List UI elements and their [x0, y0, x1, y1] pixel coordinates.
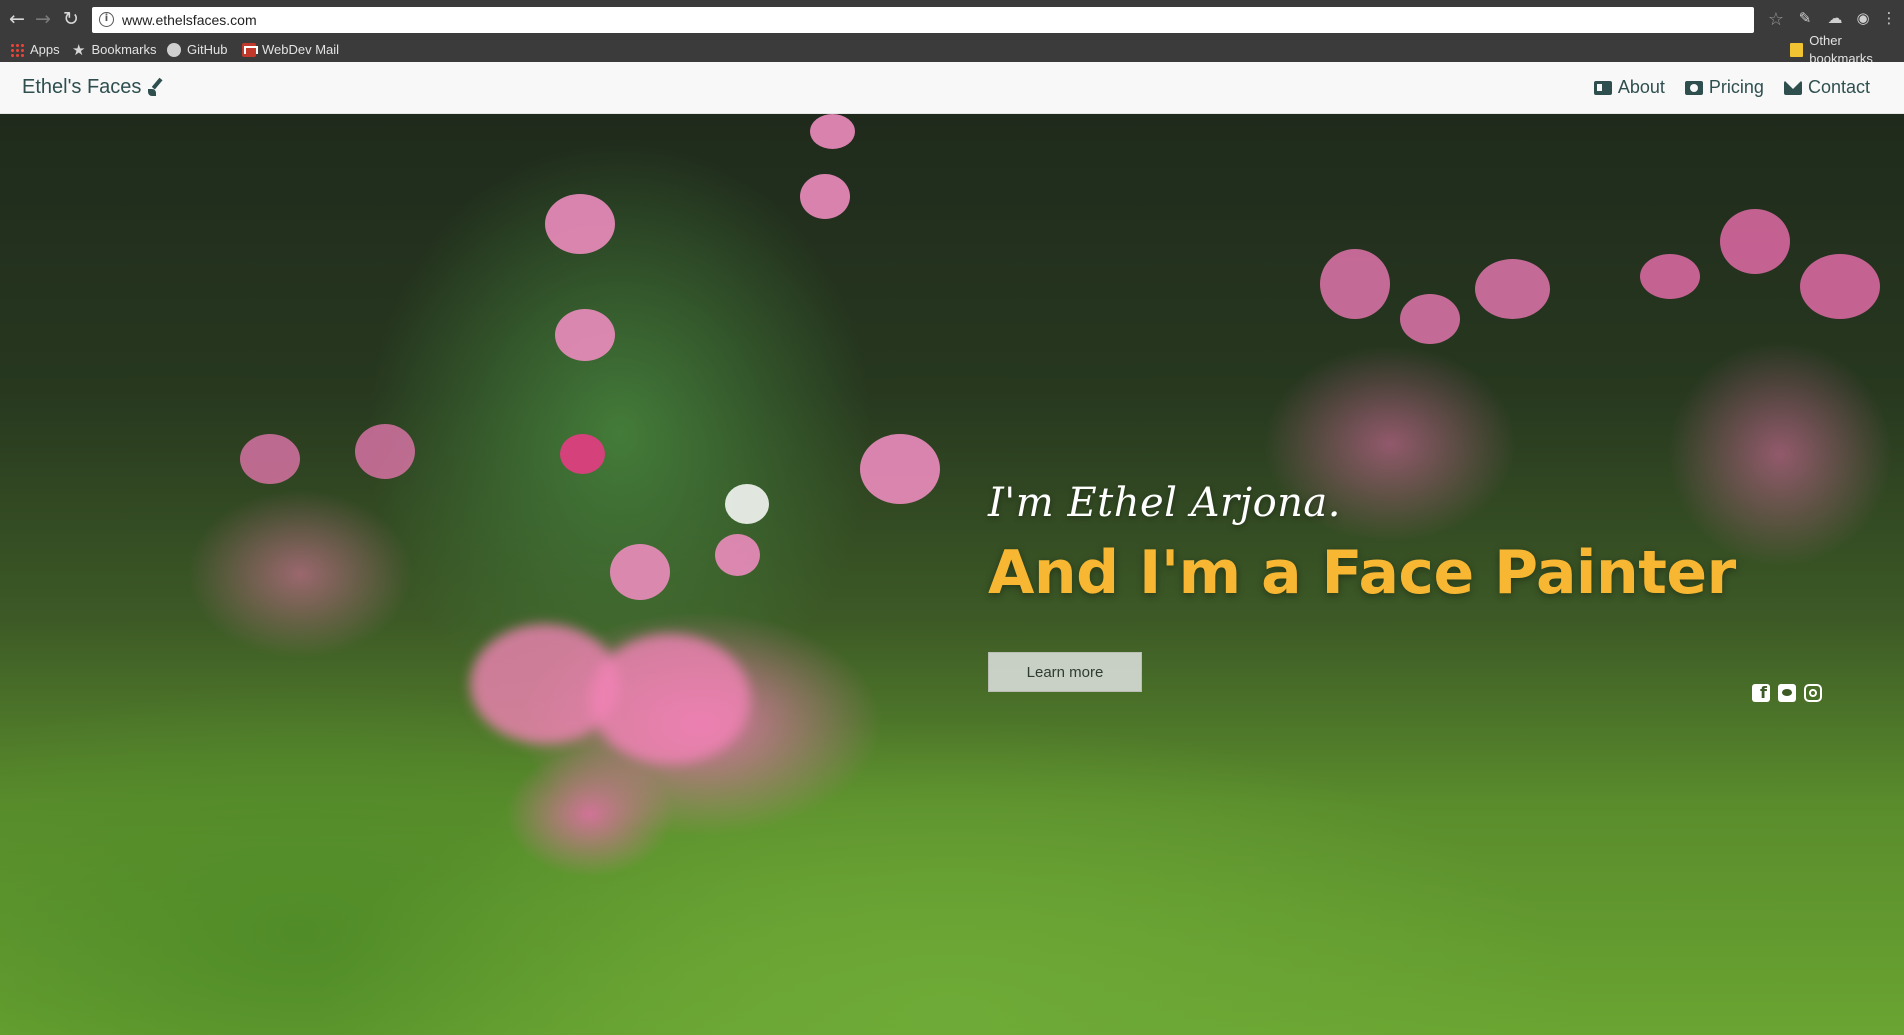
- site-navbar: Ethel's Faces About Pricing Contact: [0, 62, 1904, 114]
- forward-icon[interactable]: →: [32, 8, 54, 30]
- flower-decoration: [1640, 254, 1700, 299]
- address-bar[interactable]: i www.ethelsfaces.com ☆: [92, 7, 1784, 33]
- flower-decoration: [1475, 259, 1550, 319]
- twitter-icon[interactable]: [1778, 684, 1796, 702]
- bookmark-webdev-mail[interactable]: WebDev Mail: [242, 41, 339, 59]
- reload-icon[interactable]: ↻: [60, 8, 82, 30]
- site-info-icon[interactable]: i: [99, 12, 114, 27]
- flower-decoration: [355, 424, 415, 479]
- star-icon: ★: [72, 41, 86, 59]
- flower-decoration: [1800, 254, 1880, 319]
- apps-grid-icon: [10, 43, 24, 57]
- flower-decoration: [610, 544, 670, 600]
- flower-decoration: [725, 484, 769, 524]
- cloud-extension-icon[interactable]: ☁: [1826, 9, 1844, 27]
- nav-label: About: [1617, 77, 1665, 97]
- bookmark-apps[interactable]: Apps: [10, 41, 60, 59]
- nav-contact[interactable]: Contact: [1783, 77, 1870, 98]
- flower-decoration: [590, 634, 750, 764]
- money-icon: [1684, 80, 1703, 95]
- nav-about[interactable]: About: [1593, 77, 1665, 98]
- brand-name: Ethel's Faces: [22, 76, 142, 98]
- hero-subhead: I'm Ethel Arjona.: [988, 480, 1341, 526]
- bookmarks-bar: Apps ★ Bookmarks GitHub WebDev Mail Othe…: [0, 33, 1904, 66]
- flower-decoration: [1720, 209, 1790, 274]
- hero-section: I'm Ethel Arjona. And I'm a Face Painter: [0, 114, 1904, 1035]
- instagram-icon[interactable]: [1804, 684, 1822, 702]
- nav-label: Pricing: [1708, 77, 1764, 97]
- bookmark-label: GitHub: [187, 42, 228, 57]
- flower-decoration: [860, 434, 940, 504]
- nav-label: Contact: [1807, 77, 1870, 97]
- flower-decoration: [800, 174, 850, 219]
- github-icon: [167, 43, 181, 57]
- paintbrush-icon: [147, 79, 165, 97]
- extension-icon[interactable]: ◉: [1854, 9, 1872, 27]
- bookmark-label: WebDev Mail: [262, 42, 340, 57]
- extension-icon[interactable]: ✎: [1796, 9, 1814, 27]
- bookmark-label: Bookmarks: [91, 42, 157, 57]
- flower-decoration: [545, 194, 615, 254]
- facebook-icon[interactable]: [1752, 683, 1770, 702]
- flower-decoration: [555, 309, 615, 361]
- flower-decoration: [1320, 249, 1390, 319]
- flower-decoration: [240, 434, 300, 484]
- address-bar-row: ← → ↻ i www.ethelsfaces.com ☆ ✎ ☁ ◉ ⋮: [0, 0, 1904, 38]
- learn-more-button[interactable]: Learn more: [988, 652, 1142, 692]
- hero-text: I'm Ethel Arjona. And I'm a Face Painter: [988, 480, 1736, 608]
- flower-decoration: [810, 114, 855, 149]
- browser-chrome: ← → ↻ i www.ethelsfaces.com ☆ ✎ ☁ ◉ ⋮ Ap…: [0, 0, 1904, 66]
- flower-decoration: [560, 434, 605, 474]
- flower-decoration: [1400, 294, 1460, 344]
- id-card-icon: [1593, 80, 1612, 95]
- social-links: [1752, 683, 1822, 702]
- flower-decoration: [715, 534, 760, 576]
- hero-headline: And I'm a Face Painter: [988, 538, 1736, 608]
- bookmark-label: Apps: [30, 42, 60, 57]
- mail-icon: [242, 43, 256, 57]
- nav-pricing[interactable]: Pricing: [1684, 77, 1764, 98]
- brand-link[interactable]: Ethel's Faces: [22, 76, 165, 99]
- url-text[interactable]: www.ethelsfaces.com: [122, 12, 257, 28]
- nav-links: About Pricing Contact: [1593, 77, 1870, 98]
- menu-icon[interactable]: ⋮: [1880, 9, 1898, 27]
- envelope-icon: [1783, 80, 1802, 95]
- folder-icon: [1790, 43, 1804, 57]
- bookmark-bookmarks[interactable]: ★ Bookmarks: [72, 41, 156, 59]
- bookmark-github[interactable]: GitHub: [167, 41, 227, 59]
- back-icon[interactable]: ←: [6, 8, 28, 30]
- bookmark-other[interactable]: Other bookmarks: [1790, 33, 1904, 66]
- bookmark-star-icon[interactable]: ☆: [1768, 9, 1784, 30]
